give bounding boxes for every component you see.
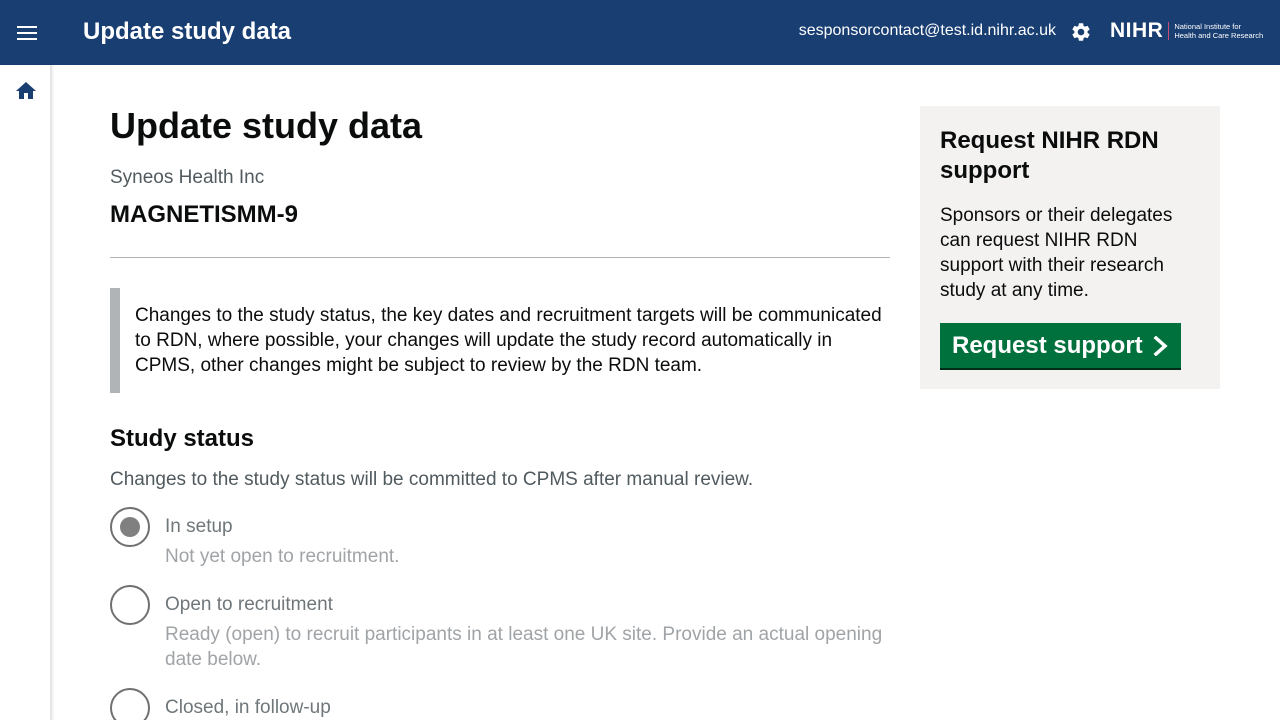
logo-main-text: NIHR — [1110, 19, 1164, 42]
study-name: MAGNETISMM-9 — [110, 201, 298, 228]
page-title: Update study data — [110, 105, 423, 146]
request-support-panel: Request NIHR RDN support Sponsors or the… — [920, 106, 1220, 389]
radio-label: Open to recruitment — [165, 594, 333, 615]
settings-icon — [1072, 23, 1090, 41]
section-divider — [110, 257, 890, 258]
nihr-logo[interactable]: NIHR National Institute for Health and C… — [1110, 18, 1263, 44]
menu-icon — [17, 25, 37, 40]
user-email: sesponsorcontact@test.id.nihr.ac.uk — [798, 22, 1056, 39]
chevron-right-icon — [1153, 335, 1168, 356]
inset-text: Changes to the study status, the key dat… — [110, 288, 890, 393]
logo-sub-line1: National Institute for — [1174, 22, 1242, 31]
radio-label: In setup — [165, 516, 233, 537]
request-support-label: Request support — [952, 331, 1143, 359]
organisation-name: Syneos Health Inc — [110, 167, 265, 188]
aside-body: Sponsors or their delegates can request … — [940, 205, 1173, 301]
header-title: Update study data — [83, 18, 292, 45]
home-icon — [16, 82, 36, 99]
settings-button[interactable] — [1068, 19, 1094, 45]
request-support-button[interactable]: Request support — [940, 323, 1181, 368]
logo-divider — [1168, 22, 1170, 40]
home-button[interactable] — [14, 79, 38, 103]
aside-title: Request NIHR RDN support — [940, 127, 1159, 184]
study-status-hint: Changes to the study status will be comm… — [110, 469, 754, 490]
radio-in-setup[interactable]: In setup Not yet open to recruitment. — [110, 507, 890, 569]
radio-button[interactable] — [110, 688, 150, 720]
logo-sub-text: National Institute for Health and Care R… — [1174, 22, 1263, 40]
study-status-heading: Study status — [110, 425, 255, 452]
top-header: Update study data sesponsorcontact@test.… — [0, 0, 1280, 65]
main-content: Update study data Syneos Health Inc MAGN… — [110, 105, 890, 720]
radio-hint: Not yet open to recruitment. — [165, 546, 400, 567]
radio-open-to-recruitment[interactable]: Open to recruitment Ready (open) to recr… — [110, 585, 890, 672]
menu-button[interactable] — [0, 0, 54, 65]
radio-closed-in-follow-up[interactable]: Closed, in follow-up — [110, 688, 890, 720]
side-navigation — [0, 65, 52, 720]
radio-button-checked[interactable] — [110, 507, 150, 547]
radio-hint: Ready (open) to recruit participants in … — [165, 624, 883, 670]
logo-sub-line2: Health and Care Research — [1174, 31, 1264, 40]
radio-button[interactable] — [110, 585, 150, 625]
radio-label: Closed, in follow-up — [165, 697, 331, 718]
